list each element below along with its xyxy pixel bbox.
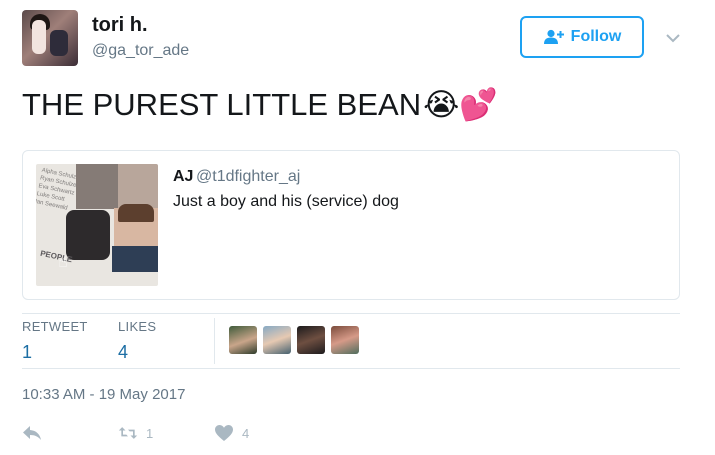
timestamp[interactable]: 10:33 AM - 19 May 2017	[22, 386, 185, 403]
like-action-count: 4	[242, 425, 250, 441]
avatar[interactable]	[22, 10, 78, 66]
liker-avatars	[229, 326, 359, 354]
quoted-handle[interactable]: @t1dfighter_aj	[196, 168, 300, 186]
liker-avatar[interactable]	[229, 326, 257, 354]
add-user-icon	[543, 29, 564, 44]
liker-avatar[interactable]	[297, 326, 325, 354]
like-button[interactable]: 4	[214, 424, 249, 442]
divider	[22, 313, 680, 314]
quoted-text: Just a boy and his (service) dog	[173, 193, 399, 210]
chevron-down-icon[interactable]	[665, 30, 681, 46]
tweet-text: THE PUREST LITTLE BEAN 😭💕	[22, 86, 498, 123]
likes-count[interactable]: 4	[118, 342, 128, 363]
tweet-actions: 1 4	[22, 424, 322, 448]
tweet-stats: RETWEET 1 LIKES 4	[22, 318, 680, 366]
heart-icon	[215, 425, 233, 441]
divider	[22, 368, 680, 369]
user-handle[interactable]: @ga_tor_ade	[92, 42, 189, 60]
quoted-tweet-image[interactable]: Alpha Schulz Ryan Schulze Eva Schwartz Luke…	[36, 164, 158, 286]
retweet-label[interactable]: RETWEET	[22, 319, 88, 334]
reply-button[interactable]	[22, 424, 42, 442]
tweet-body: THE PUREST LITTLE BEAN	[22, 86, 422, 122]
retweet-icon	[118, 427, 138, 439]
quoted-tweet[interactable]: Alpha Schulz Ryan Schulze Eva Schwartz Luke…	[22, 150, 680, 300]
quoted-name[interactable]: AJ	[173, 168, 193, 186]
retweet-button[interactable]: 1	[118, 424, 153, 442]
retweet-count[interactable]: 1	[22, 342, 32, 363]
display-name[interactable]: tori h.	[92, 14, 148, 37]
liker-avatar[interactable]	[331, 326, 359, 354]
likes-label[interactable]: LIKES	[118, 319, 156, 334]
stats-separator	[214, 318, 215, 364]
retweet-action-count: 1	[146, 425, 154, 441]
liker-avatar[interactable]	[263, 326, 291, 354]
reply-icon	[23, 426, 41, 440]
follow-button[interactable]: Follow	[520, 16, 644, 58]
hand-icon: ☝	[58, 254, 68, 271]
emoji: 😭💕	[423, 87, 498, 122]
follow-label: Follow	[570, 28, 622, 45]
tweet-header: tori h. @ga_tor_ade Follow	[22, 10, 692, 70]
